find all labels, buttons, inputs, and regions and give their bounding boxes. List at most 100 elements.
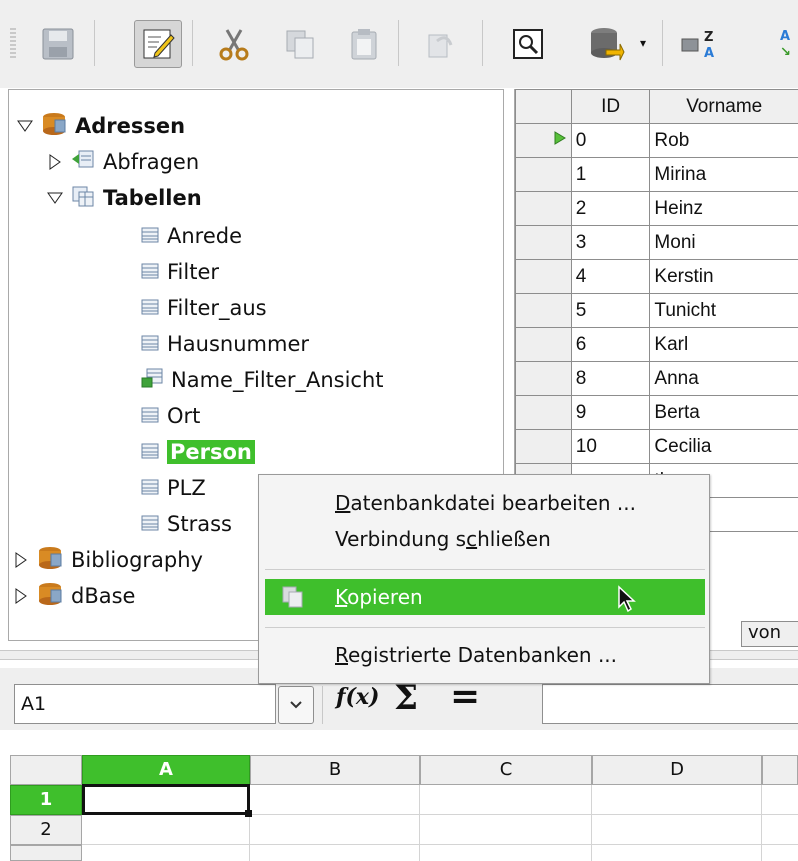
- table-row[interactable]: 1 Mirina: [515, 157, 798, 192]
- collapsed-arrow-icon[interactable]: [45, 154, 65, 170]
- cell-vorname[interactable]: Mirina: [649, 157, 798, 192]
- edit-mode-button[interactable]: [134, 20, 182, 68]
- row-header[interactable]: [515, 259, 572, 294]
- cell-vorname[interactable]: Cecilia: [649, 429, 798, 464]
- row-header[interactable]: [515, 225, 572, 260]
- expanded-arrow-icon[interactable]: [15, 120, 35, 132]
- row-header-1[interactable]: 1: [10, 785, 82, 815]
- sort-button[interactable]: Z A: [676, 20, 724, 68]
- select-all-corner[interactable]: [10, 755, 82, 785]
- cell-id[interactable]: 2: [570, 191, 651, 226]
- column-header-c[interactable]: C: [420, 755, 592, 785]
- row-header[interactable]: [515, 429, 572, 464]
- column-header-d[interactable]: D: [592, 755, 762, 785]
- column-header-e[interactable]: [762, 755, 798, 785]
- table-row[interactable]: 10 Cecilia: [515, 429, 798, 464]
- cell-vorname[interactable]: Moni: [649, 225, 798, 260]
- menu-separator: [265, 627, 705, 628]
- cell-id[interactable]: 0: [570, 123, 651, 158]
- cell-id[interactable]: 4: [570, 259, 651, 294]
- tree-item-table[interactable]: Filter: [141, 254, 219, 290]
- tree-item-dbase[interactable]: dBase: [11, 578, 135, 614]
- cell-id[interactable]: 5: [570, 293, 651, 328]
- tree-item-tabellen[interactable]: Tabellen: [45, 180, 202, 216]
- expanded-arrow-icon[interactable]: [45, 192, 65, 204]
- table-row[interactable]: 5 Tunicht: [515, 293, 798, 328]
- cell-vorname[interactable]: Kerstin: [649, 259, 798, 294]
- table-row[interactable]: 0 Rob: [515, 123, 798, 158]
- column-header-a[interactable]: A: [82, 755, 250, 785]
- cell-vorname[interactable]: Karl: [649, 327, 798, 362]
- table-icon: [141, 224, 159, 248]
- function-wizard-button[interactable]: f(x): [336, 684, 379, 710]
- table-row[interactable]: 9 Berta: [515, 395, 798, 430]
- row-header[interactable]: [515, 361, 572, 396]
- tree-item-adressen[interactable]: Adressen: [15, 108, 185, 144]
- menu-item-edit-database-file[interactable]: Datenbankdatei bearbeiten ...: [259, 485, 709, 521]
- table-row[interactable]: 3 Moni: [515, 225, 798, 260]
- preview-icon: [513, 29, 543, 59]
- cell-vorname[interactable]: Heinz: [649, 191, 798, 226]
- cell-id[interactable]: 8: [570, 361, 651, 396]
- tree-item-table-selected[interactable]: Person: [141, 434, 255, 470]
- tree-item-table[interactable]: PLZ: [141, 470, 206, 506]
- tree-label: Adressen: [75, 114, 186, 138]
- tree-item-abfragen[interactable]: Abfragen: [45, 144, 199, 180]
- column-header-vorname[interactable]: Vorname: [649, 89, 798, 124]
- menu-item-label: Verbindung schließen: [335, 527, 551, 551]
- column-header-b[interactable]: B: [250, 755, 420, 785]
- cell-vorname[interactable]: Anna: [649, 361, 798, 396]
- tree-item-table[interactable]: Anrede: [141, 218, 242, 254]
- formula-input[interactable]: [542, 684, 798, 724]
- cell-vorname[interactable]: Rob: [649, 123, 798, 158]
- row-header-2[interactable]: 2: [10, 815, 82, 845]
- sum-button[interactable]: Σ: [394, 678, 418, 718]
- tree-item-table[interactable]: Filter_aus: [141, 290, 267, 326]
- collapsed-arrow-icon[interactable]: [11, 588, 31, 604]
- toolbar-grip[interactable]: [10, 28, 16, 60]
- undo-button[interactable]: [416, 20, 464, 68]
- table-row[interactable]: 6 Karl: [515, 327, 798, 362]
- cell-vorname[interactable]: Berta: [649, 395, 798, 430]
- cell-id[interactable]: 10: [570, 429, 651, 464]
- row-header-3[interactable]: [10, 845, 82, 861]
- menu-item-registered-databases[interactable]: Registrierte Datenbanken ...: [259, 637, 709, 673]
- column-header-id[interactable]: ID: [570, 89, 651, 124]
- row-header[interactable]: [515, 293, 572, 328]
- name-box-dropdown[interactable]: [278, 686, 314, 724]
- row-header[interactable]: [515, 191, 572, 226]
- cell-id[interactable]: 6: [570, 327, 651, 362]
- tree-item-table[interactable]: Strass: [141, 506, 232, 542]
- row-header[interactable]: [515, 395, 572, 430]
- paste-button[interactable]: [340, 20, 388, 68]
- cell-id[interactable]: 9: [570, 395, 651, 430]
- table-row[interactable]: 2 Heinz: [515, 191, 798, 226]
- menu-item-copy[interactable]: Kopieren: [265, 579, 705, 615]
- database-button[interactable]: [582, 20, 630, 68]
- tree-item-bibliography[interactable]: Bibliography: [11, 542, 203, 578]
- cell-id[interactable]: 1: [570, 157, 651, 192]
- cell-id[interactable]: 3: [570, 225, 651, 260]
- save-button[interactable]: [34, 20, 82, 68]
- tree-item-view[interactable]: Name_Filter_Ansicht: [141, 362, 384, 398]
- tree-item-table[interactable]: Hausnummer: [141, 326, 309, 362]
- menu-item-close-connection[interactable]: Verbindung schließen: [259, 521, 709, 557]
- fill-handle[interactable]: [245, 810, 252, 817]
- active-cell-a1[interactable]: [82, 784, 250, 815]
- tree-item-table[interactable]: Ort: [141, 398, 200, 434]
- cut-icon: [219, 29, 249, 61]
- row-header[interactable]: [515, 327, 572, 362]
- row-header[interactable]: [515, 157, 572, 192]
- table-row[interactable]: 4 Kerstin: [515, 259, 798, 294]
- collapsed-arrow-icon[interactable]: [11, 552, 31, 568]
- preview-button[interactable]: [504, 20, 552, 68]
- current-row-marker[interactable]: [515, 123, 572, 158]
- copy-button[interactable]: [276, 20, 324, 68]
- dropdown-arrow-icon[interactable]: ▾: [640, 36, 646, 50]
- cut-button[interactable]: [210, 20, 258, 68]
- corner-header[interactable]: [515, 89, 572, 124]
- table-row[interactable]: 8 Anna: [515, 361, 798, 396]
- sort2-button[interactable]: A ↘: [776, 26, 798, 64]
- name-box[interactable]: A1: [14, 684, 276, 724]
- cell-vorname[interactable]: Tunicht: [649, 293, 798, 328]
